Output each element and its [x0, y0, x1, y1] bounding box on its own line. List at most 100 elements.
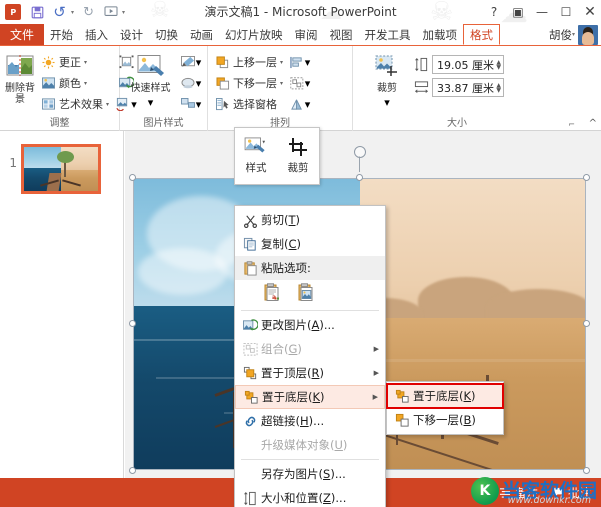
menu-item-size-and-position[interactable]: 大小和位置(Z)... [235, 486, 385, 507]
chevron-down-icon[interactable]: ▾ [305, 56, 311, 69]
collapse-ribbon-button[interactable]: ^ [589, 118, 597, 129]
undo-icon[interactable]: ↺ [52, 4, 67, 20]
shape-height-stepper[interactable]: ▲ ▼ [496, 59, 501, 70]
shape-width-field[interactable]: 33.87 厘米 ▲ ▼ [413, 78, 504, 97]
menu-item-change-picture[interactable]: 更改图片(A)... [235, 313, 385, 337]
resize-handle-se[interactable] [583, 467, 590, 474]
menu-item-send-to-back[interactable]: 置于底层(K) ▶ [235, 385, 385, 409]
chevron-down-icon[interactable]: ▾ [196, 98, 202, 111]
crop-button[interactable]: 裁剪 ▾ [365, 50, 409, 109]
minimize-button[interactable]: — [535, 5, 549, 19]
resize-handle-sw[interactable] [129, 467, 136, 474]
align-button[interactable]: ▾ [289, 53, 311, 71]
resize-handle-e[interactable] [583, 320, 590, 327]
menu-separator [241, 310, 379, 311]
menu-item-copy[interactable]: 复制(C) [235, 232, 385, 256]
menu-item-cut[interactable]: 剪切(T) [235, 208, 385, 232]
tab-home[interactable]: 开始 [44, 24, 79, 45]
shape-width-stepper[interactable]: ▲ ▼ [496, 82, 501, 93]
user-account[interactable]: 胡俊 ▾ [549, 24, 601, 45]
menu-item-bring-to-front[interactable]: 置于顶层(R) ▶ [235, 361, 385, 385]
corrections-button[interactable]: 更正 ▾ [39, 53, 111, 71]
close-button[interactable]: ✕ [583, 4, 597, 20]
menu-item-save-as-picture[interactable]: 另存为图片(S)... [235, 462, 385, 486]
menu-item-paste-options: 粘贴选项: [235, 256, 385, 280]
submenu-arrow-icon: ▶ [372, 393, 378, 401]
chevron-down-icon[interactable]: ▾ [280, 59, 283, 66]
send-to-back-submenu: 置于底层(K) 下移一层(B) [386, 381, 504, 435]
chevron-down-icon[interactable]: ▾ [572, 31, 575, 38]
redo-icon[interactable]: ↻ [81, 5, 96, 20]
chevron-down-icon[interactable]: ▾ [84, 80, 87, 87]
chevron-down-icon[interactable]: ▾ [384, 96, 390, 109]
slide-thumbnail[interactable] [21, 144, 101, 194]
picture-icon[interactable] [295, 282, 317, 304]
color-button[interactable]: 颜色 ▾ [39, 74, 111, 92]
rotate-handle-icon[interactable] [353, 146, 366, 158]
shape-height-field[interactable]: 19.05 厘米 ▲ ▼ [413, 55, 504, 74]
menu-item-hyperlink[interactable]: 超链接(H)... [235, 409, 385, 433]
menu-item-upgrade-media: 升级媒体对象(U) [235, 433, 385, 457]
tab-format[interactable]: 格式 [463, 24, 500, 45]
picture-effects-button[interactable]: ▾ [180, 74, 202, 92]
resize-handle-n[interactable] [355, 174, 363, 181]
tab-addins[interactable]: 加载项 [417, 24, 464, 45]
selection-pane-button[interactable]: 选择窗格 [213, 95, 285, 113]
chevron-down-icon[interactable]: ▾ [106, 101, 109, 108]
picture-layout-button[interactable]: ▾ [180, 95, 202, 113]
maximize-button[interactable]: ☐ [559, 5, 573, 19]
chevron-down-icon[interactable]: ▾ [196, 56, 202, 69]
avatar[interactable] [578, 24, 598, 45]
submenu-item-send-to-back[interactable]: 置于底层(K) [386, 383, 504, 409]
ribbon-group-arrange: 上移一层 ▾ 下移一层 ▾ 选择窗格 ▾ ▾ ▾ 排列 [208, 46, 353, 131]
help-button[interactable]: ? [487, 5, 501, 19]
resize-handle-w[interactable] [129, 320, 136, 327]
bring-forward-button[interactable]: 上移一层 ▾ [213, 53, 285, 71]
menu-item-copy-label: 复制(C) [261, 237, 302, 251]
tab-slideshow[interactable]: 幻灯片放映 [219, 24, 289, 45]
send-backward-label: 下移一层 [233, 77, 277, 90]
picture-border-button[interactable]: ▾ [180, 53, 202, 71]
ribbon-display-options-button[interactable]: ▣ [511, 5, 525, 19]
tab-animations[interactable]: 动画 [184, 24, 219, 45]
context-menu: 剪切(T) 复制(C) 粘贴选项: a 更改图片(A)... 组合(G) ▶ 置… [234, 205, 386, 507]
group-button[interactable]: ▾ [289, 74, 311, 92]
resize-handle-nw[interactable] [129, 174, 136, 181]
menu-item-upgrade-media-label: 升级媒体对象(U) [261, 438, 348, 452]
mini-crop-button[interactable]: 裁剪 [277, 128, 319, 184]
slide-thumbnail-item[interactable]: 1 [8, 144, 101, 194]
undo-dropdown-icon[interactable]: ▾ [71, 9, 74, 16]
chevron-down-icon[interactable]: ▾ [280, 80, 283, 87]
tab-design[interactable]: 设计 [114, 24, 149, 45]
corrections-icon [41, 55, 56, 70]
quick-styles-button[interactable]: 快速样式 ▾ [125, 50, 176, 109]
shape-height-input[interactable]: 19.05 厘米 ▲ ▼ [432, 55, 504, 74]
rotate-button[interactable]: ▾ [289, 95, 311, 113]
tab-developer[interactable]: 开发工具 [359, 24, 417, 45]
bring-forward-label: 上移一层 [233, 56, 277, 69]
submenu-item-send-backward[interactable]: 下移一层(B) [387, 408, 503, 432]
tab-insert[interactable]: 插入 [79, 24, 114, 45]
tab-view[interactable]: 视图 [324, 24, 359, 45]
mini-style-button[interactable]: ▾ 样式 [235, 128, 277, 184]
tab-file[interactable]: 文件 [0, 24, 44, 45]
decoration-glyph: ☁ [320, 0, 342, 25]
artistic-effects-button[interactable]: 艺术效果 ▾ [39, 95, 111, 113]
chevron-down-icon[interactable]: ▾ [84, 59, 87, 66]
adjust-small-buttons: 更正 ▾ 颜色 ▾ 艺术效果 ▾ [39, 50, 111, 113]
save-icon[interactable] [30, 5, 45, 20]
resize-handle-ne[interactable] [583, 174, 590, 181]
customize-qat-icon[interactable]: ▾ [122, 9, 125, 16]
chevron-down-icon[interactable]: ▾ [305, 98, 311, 111]
keep-text-only-icon[interactable]: a [261, 282, 283, 304]
chevron-down-icon[interactable]: ▾ [196, 77, 202, 90]
size-dialog-launcher[interactable]: ⌐ [568, 120, 575, 129]
chevron-down-icon[interactable]: ▾ [305, 77, 311, 90]
chevron-down-icon[interactable]: ▾ [148, 96, 154, 109]
tab-transitions[interactable]: 切换 [149, 24, 184, 45]
send-backward-button[interactable]: 下移一层 ▾ [213, 74, 285, 92]
slideshow-icon[interactable] [103, 5, 118, 20]
tab-review[interactable]: 审阅 [289, 24, 324, 45]
remove-background-button[interactable]: 删除背景 [5, 50, 35, 105]
shape-width-input[interactable]: 33.87 厘米 ▲ ▼ [432, 78, 504, 97]
